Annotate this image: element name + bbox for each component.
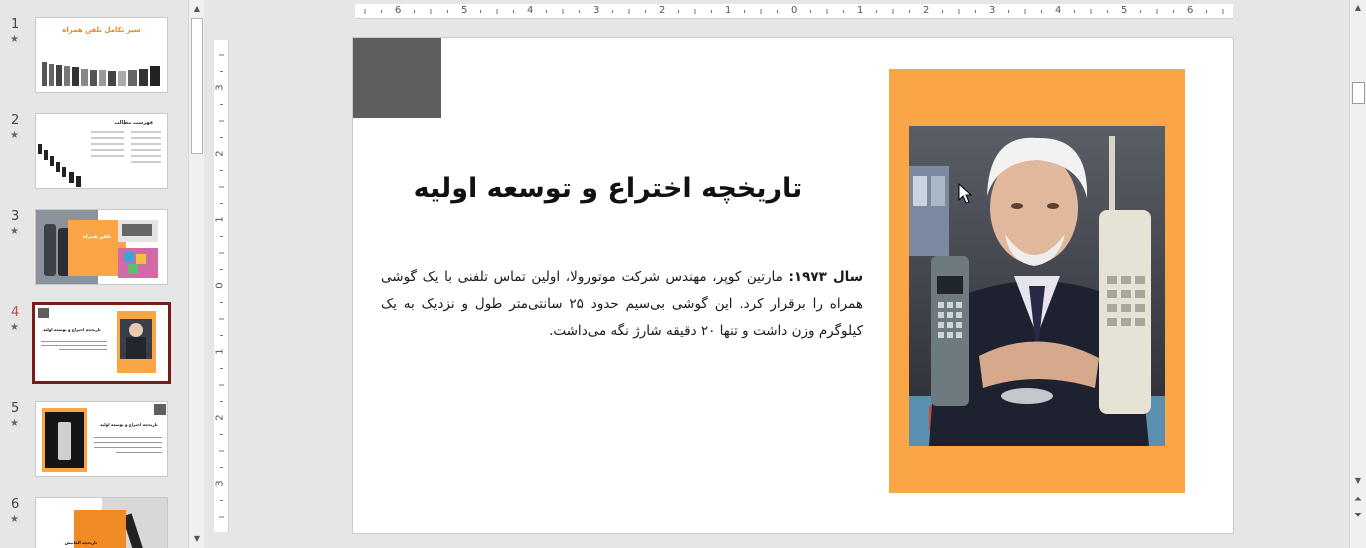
thumbnail-image[interactable]: تلفن همراه [35,209,168,285]
horizontal-ruler-number: 2 [923,5,930,16]
horizontal-ruler-number: 1 [857,5,864,16]
year-label: سال ۱۹۷۳: [788,269,863,285]
thumbnail-scroll-thumb[interactable] [191,18,203,154]
thumbnail-photo [45,412,84,468]
contents-decoration [38,131,161,187]
vertical-ruler-number: 2 [214,414,226,421]
horizontal-ruler-number: 4 [527,5,534,16]
slide-body-text[interactable]: سال ۱۹۷۳: مارتین کوپر، مهندس شرکت موتورو… [381,264,863,345]
previous-slide-icon[interactable]: ⏶ [1350,493,1366,507]
slide-number: 3 [11,209,20,224]
thumbnail-image-selected[interactable]: تاریخچه اختراع و توسعه اولیه [32,302,171,384]
horizontal-ruler-number: 2 [659,5,666,16]
vertical-ruler-number: 0 [214,282,226,289]
portrait-illustration [909,126,1165,446]
vertical-ruler-number: 3 [214,480,226,487]
horizontal-ruler[interactable]: 6 5 4 3 2 1 0 1 2 3 4 5 6 [355,4,1233,19]
thumbnail-title: تاریخچه اختراع و توسعه اولیه [43,327,101,332]
mouse-pointer-icon [958,183,972,204]
thumbnail-photo [120,319,152,359]
horizontal-ruler-number: 4 [1055,5,1062,16]
thumbnail-image[interactable]: سیر تکامل تلفن همراه [35,17,168,93]
thumbnail-gray-square [154,404,166,415]
horizontal-ruler-number: 3 [989,5,996,16]
scroll-up-arrow-icon[interactable]: ▲ [189,2,205,16]
transition-star-icon: ★ [10,226,19,237]
slide-number: 2 [11,113,20,128]
horizontal-ruler-number: 5 [1121,5,1128,16]
transition-star-icon: ★ [10,514,19,525]
transition-star-icon: ★ [10,418,19,429]
thumbnail-image[interactable]: فهرست مطالب [35,113,168,189]
vertical-ruler-number: 1 [214,348,226,355]
scroll-down-arrow-icon[interactable]: ▼ [1350,474,1366,488]
horizontal-ruler-number: 5 [461,5,468,16]
slide-canvas[interactable]: تاریخچه اختراع و توسعه اولیه سال ۱۹۷۳: م… [352,37,1234,534]
scroll-down-arrow-icon[interactable]: ▼ [189,532,205,546]
vertical-ruler[interactable]: 3 2 1 0 1 2 3 [214,40,229,532]
thumbnail-title: تاریخچه آلمانیش [64,540,98,545]
scroll-up-arrow-icon[interactable]: ▲ [1350,1,1366,15]
slide-number: 5 [11,401,20,416]
horizontal-ruler-number: 6 [395,5,402,16]
phones-lineup-picture [42,62,160,86]
horizontal-ruler-number: 6 [1187,5,1194,16]
slide-vertical-scrollbar[interactable]: ▲ ▼ ⏶ ⏷ [1349,0,1366,548]
vertical-ruler-number: 2 [214,150,226,157]
horizontal-ruler-number: 3 [593,5,600,16]
thumbnail-scrollbar[interactable]: ▲ ▼ [188,0,204,548]
transition-star-icon: ★ [10,322,19,333]
martin-cooper-photo[interactable] [909,126,1165,446]
gray-decorative-square[interactable] [353,38,441,118]
slide-number: 1 [11,17,20,32]
vertical-ruler-number: 1 [214,216,226,223]
transition-star-icon: ★ [10,34,19,45]
next-slide-icon[interactable]: ⏷ [1350,509,1366,523]
thumbnail-title: تلفن همراه [82,234,112,240]
slide-number: 4 [11,305,20,320]
powerpoint-editor: 1 ★ سیر تکامل تلفن همراه 2 ★ فهرست مطالب… [0,0,1366,548]
thumbnail-gray-square [38,308,49,318]
slide-scroll-thumb[interactable] [1352,82,1365,104]
slide-thumbnail-pane: 1 ★ سیر تکامل تلفن همراه 2 ★ فهرست مطالب… [0,0,188,548]
thumbnail-title: تاریخچه اختراع و توسعه اولیه [100,422,158,427]
slide-number: 6 [11,497,20,512]
vertical-ruler-number: 3 [214,84,226,91]
thumbnail-image[interactable]: تاریخچه اختراع و توسعه اولیه [35,401,168,477]
thumbnail-image[interactable]: تاریخچه آلمانیش [35,497,168,548]
horizontal-ruler-number: 1 [725,5,732,16]
slide-title[interactable]: تاریخچه اختراع و توسعه اولیه [413,173,803,204]
horizontal-ruler-number: 0 [791,5,798,16]
transition-star-icon: ★ [10,130,19,141]
slide-3-picture [36,210,158,284]
